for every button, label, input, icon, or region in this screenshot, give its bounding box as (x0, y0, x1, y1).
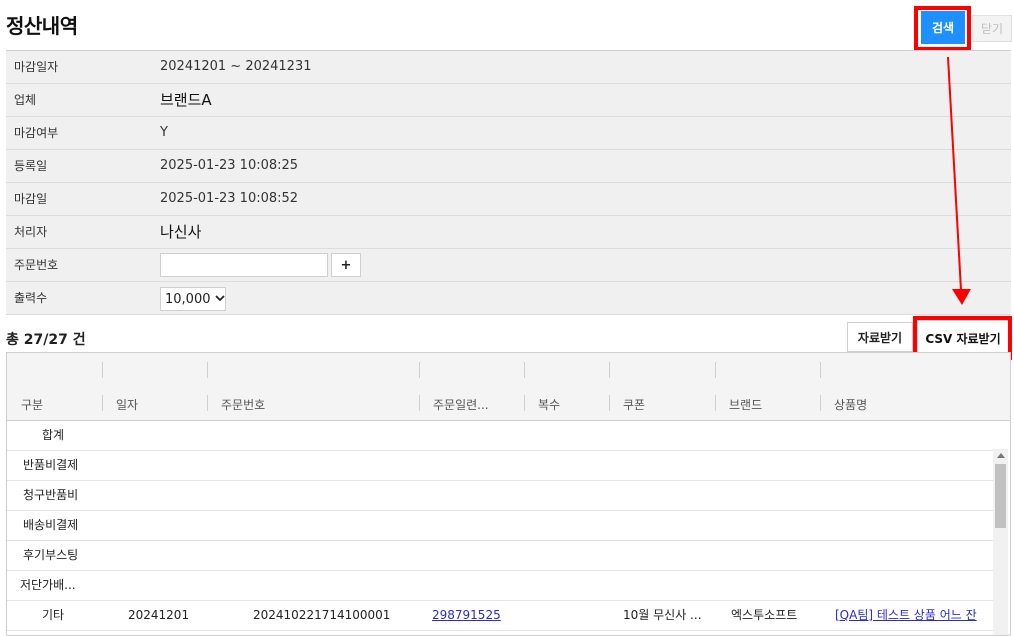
order-no-input[interactable] (160, 253, 328, 277)
table-body: 합계 반품비결제 청구반품비 배송비결제 후기부스팅 저단가배... 기타 20… (7, 421, 993, 631)
add-order-no-button[interactable]: + (331, 253, 361, 277)
header-divider (524, 395, 525, 411)
close-button[interactable]: 닫기 (972, 15, 1012, 42)
output-count-label: 출력수 (14, 291, 48, 305)
header-divider (102, 395, 103, 411)
registered-at-value: 2025-01-23 10:08:25 (160, 158, 299, 173)
search-button[interactable]: 검색 (921, 11, 965, 44)
table-row[interactable]: 저단가배... (7, 571, 993, 601)
chevron-down-icon (214, 294, 225, 305)
row-category: 청구반품비 (23, 488, 79, 502)
scroll-thumb[interactable] (995, 464, 1006, 528)
form-row-closing-period: 마감일자 20241201 ~ 20241231 (6, 51, 1011, 84)
form-row-vendor: 업체 브랜드A (6, 84, 1011, 117)
header-divider (609, 395, 610, 411)
processor-label: 처리자 (14, 225, 48, 239)
page-title: 정산내역 (6, 14, 78, 38)
closed-at-label: 마감일 (14, 192, 48, 206)
order-no-label: 주문번호 (14, 258, 59, 272)
vendor-label: 업체 (14, 93, 37, 107)
column-header-order-no[interactable]: 주문번호 (221, 396, 265, 413)
header-divider (820, 362, 821, 378)
closed-flag-value: Y (160, 125, 168, 140)
row-date: 20241201 (128, 608, 190, 622)
header-divider (419, 362, 420, 378)
row-product-link[interactable]: [QA팀] 테스트 상품 어느 잔 (835, 601, 977, 630)
table-row[interactable]: 배송비결제 (7, 511, 993, 541)
form-row-closed-at: 마감일 2025-01-23 10:08:52 (6, 183, 1011, 216)
row-category: 반품비결제 (23, 458, 79, 472)
column-header-coupon[interactable]: 쿠폰 (623, 396, 645, 413)
header-divider (524, 362, 525, 378)
settlement-form: 마감일자 20241201 ~ 20241231 업체 브랜드A 마감여부 Y … (6, 50, 1011, 315)
output-count-select[interactable]: 10,000 (160, 287, 226, 311)
closed-flag-label: 마감여부 (14, 126, 59, 140)
row-category: 기타 (42, 608, 65, 622)
settlement-table: 구분 일자 주문번호 주문일련... 복수 쿠폰 브랜드 상품명 합계 반품비결… (6, 352, 1011, 636)
table-row[interactable]: 합계 (7, 421, 993, 451)
table-header: 구분 일자 주문번호 주문일련... 복수 쿠폰 브랜드 상품명 (7, 353, 1010, 421)
processor-value: 나신사 (160, 223, 202, 241)
form-row-registered-at: 등록일 2025-01-23 10:08:25 (6, 150, 1011, 183)
row-category: 합계 (42, 428, 65, 442)
row-category: 저단가배... (20, 578, 76, 592)
header-divider (207, 362, 208, 378)
header-divider (419, 395, 420, 411)
row-order-serial-link[interactable]: 298791525 (432, 601, 501, 630)
closing-period-value: 20241201 ~ 20241231 (160, 59, 312, 74)
scroll-up-arrow-icon[interactable] (997, 453, 1005, 458)
header-divider (715, 362, 716, 378)
total-count: 총 27/27 건 (6, 332, 86, 348)
column-header-product[interactable]: 상품명 (834, 396, 867, 413)
table-row[interactable]: 후기부스팅 (7, 541, 993, 571)
download-button[interactable]: 자료받기 (847, 322, 913, 352)
closed-at-value: 2025-01-23 10:08:52 (160, 191, 299, 206)
form-row-closed-flag: 마감여부 Y (6, 117, 1011, 150)
row-coupon: 10월 무신사 ... (623, 608, 702, 622)
header-divider (207, 395, 208, 411)
column-header-date[interactable]: 일자 (116, 396, 138, 413)
column-header-order-serial[interactable]: 주문일련... (433, 396, 489, 413)
form-row-output-count: 출력수 10,000 (6, 282, 1011, 315)
form-row-order-no: 주문번호 + (6, 249, 1011, 282)
table-row[interactable]: 기타 20241201 202410221714100001 298791525… (7, 601, 993, 631)
closing-period-label: 마감일자 (14, 60, 59, 74)
table-row[interactable]: 청구반품비 (7, 481, 993, 511)
registered-at-label: 등록일 (14, 159, 48, 173)
column-header-brand[interactable]: 브랜드 (729, 396, 762, 413)
row-brand: 엑스투소프트 (731, 608, 798, 622)
row-category: 배송비결제 (23, 518, 79, 532)
header-divider (715, 395, 716, 411)
header-divider (820, 395, 821, 411)
row-order-no: 202410221714100001 (253, 608, 391, 622)
column-header-category[interactable]: 구분 (21, 396, 43, 413)
header-divider (609, 362, 610, 378)
column-header-multiple[interactable]: 복수 (538, 396, 560, 413)
row-category: 후기부스팅 (23, 548, 79, 562)
vendor-value: 브랜드A (160, 91, 212, 109)
form-row-processor: 처리자 나신사 (6, 216, 1011, 249)
table-row[interactable]: 반품비결제 (7, 451, 993, 481)
table-scrollbar[interactable] (993, 449, 1008, 635)
output-count-value: 10,000 (165, 291, 211, 307)
header-divider (102, 362, 103, 378)
